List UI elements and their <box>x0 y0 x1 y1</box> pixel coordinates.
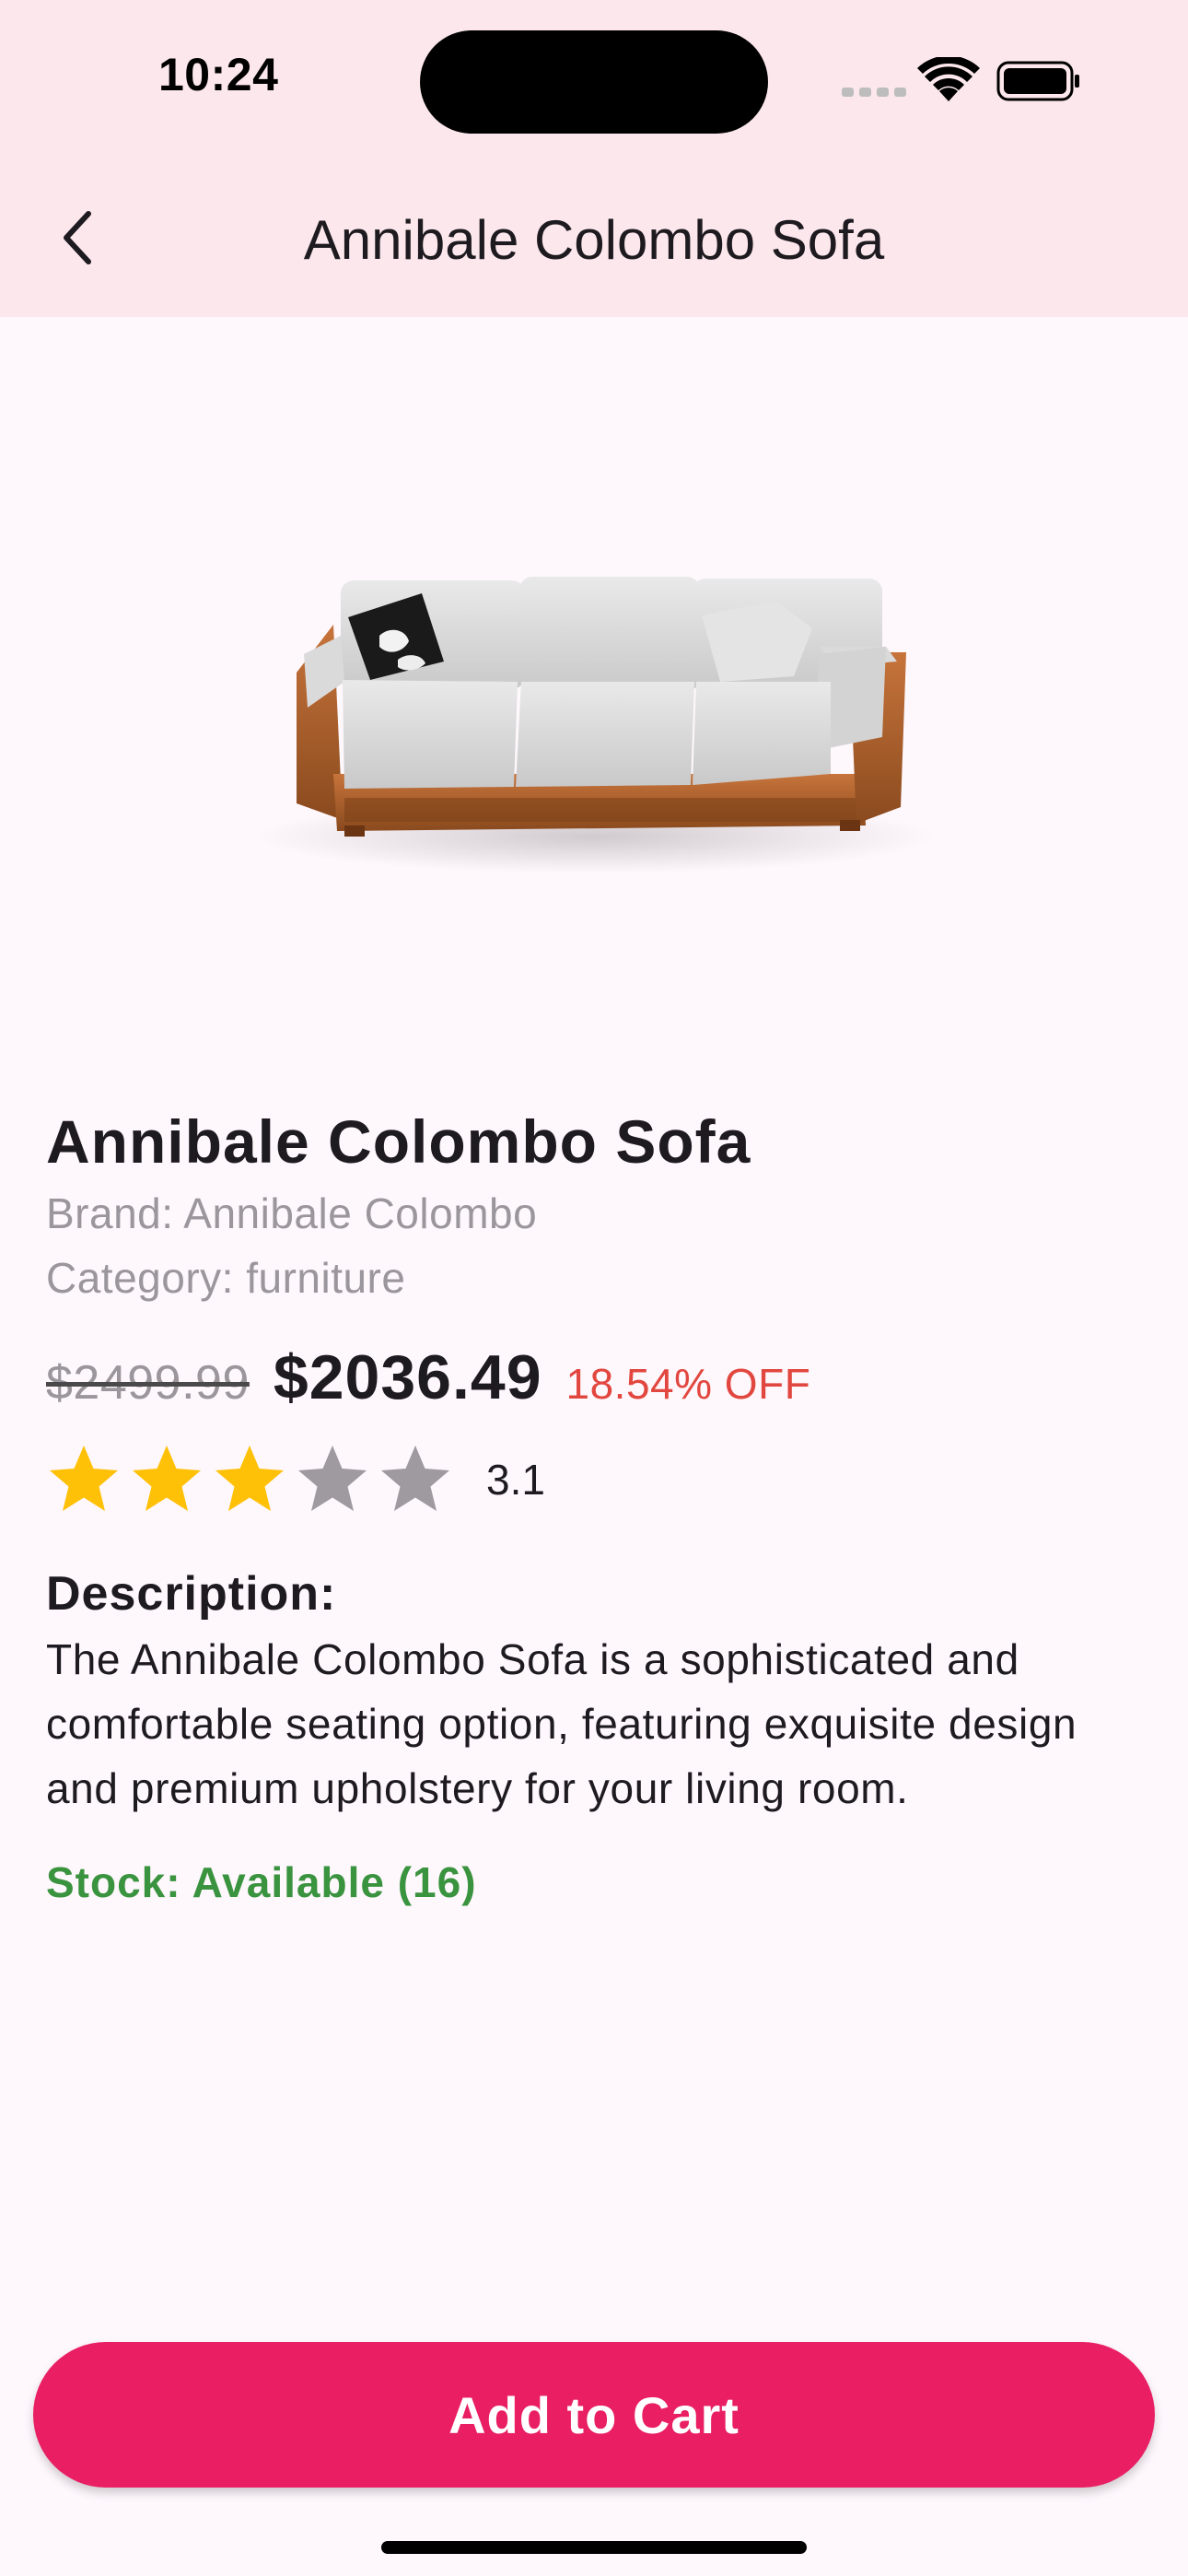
product-brand: Brand: Annibale Colombo <box>46 1189 538 1237</box>
stock-status: Stock: Available (16) <box>46 1858 477 1906</box>
page-title: Annibale Colombo Sofa <box>303 209 885 271</box>
description-text: The Annibale Colombo Sofa is a sophistic… <box>46 1635 1077 1812</box>
battery-icon <box>996 61 1079 101</box>
price-row: $2499.99 $2036.49 18.54% OFF <box>46 1341 1151 1424</box>
original-price: $2499.99 <box>46 1356 250 1410</box>
description-heading: Description: <box>46 1567 337 1621</box>
product-image <box>253 577 935 873</box>
star-filled-icon <box>133 1446 201 1511</box>
home-indicator <box>381 2541 807 2554</box>
add-to-cart-button[interactable]: Add to Cart <box>33 2342 1155 2488</box>
discount-badge: 18.54% OFF <box>565 1360 811 1408</box>
current-price: $2036.49 <box>273 1342 542 1412</box>
rating-value: 3.1 <box>486 1456 545 1504</box>
star-empty-icon <box>298 1446 367 1511</box>
wifi-icon <box>917 57 980 101</box>
top-bar: 10:24 Annibale Colombo Sofa <box>0 0 1188 317</box>
star-filled-icon <box>50 1446 118 1511</box>
star-filled-icon <box>215 1446 284 1511</box>
dynamic-island <box>420 30 768 134</box>
product-details: Annibale Colombo Sofa Brand: Annibale Co… <box>46 1102 1151 1907</box>
cellular-signal-icon <box>842 88 908 102</box>
product-title: Annibale Colombo Sofa <box>46 1107 751 1176</box>
status-time: 10:24 <box>158 49 279 100</box>
product-category: Category: furniture <box>46 1254 406 1302</box>
rating-stars <box>46 1442 460 1517</box>
star-empty-icon <box>381 1446 449 1511</box>
rating-row: 3.1 <box>46 1434 1151 1526</box>
